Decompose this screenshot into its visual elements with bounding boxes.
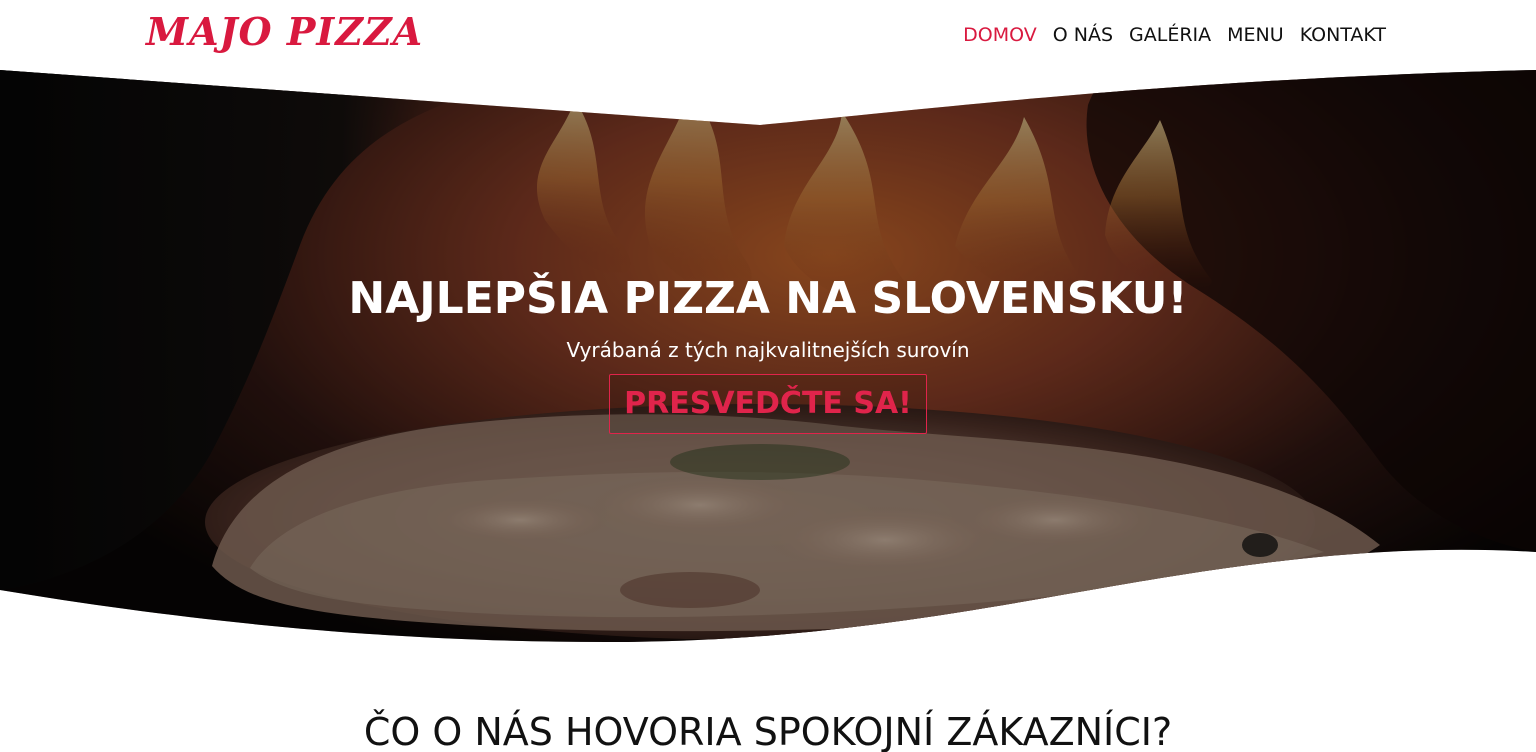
hero-section: NAJLEPŠIA PIZZA NA SLOVENSKU! Vyrábaná z… [0,0,1536,752]
testimonials-heading: ČO O NÁS HOVORIA SPOKOJNÍ ZÁKAZNÍCI? [363,710,1173,752]
main-navigation: DOMOV O NÁS GALÉRIA MENU KONTAKT [963,22,1386,48]
homepage: NAJLEPŠIA PIZZA NA SLOVENSKU! Vyrábaná z… [0,0,1536,752]
nav-galeria[interactable]: GALÉRIA [1129,22,1211,48]
nav-domov[interactable]: DOMOV [963,22,1037,48]
site-header: MAJO PIZZA DOMOV O NÁS GALÉRIA MENU KONT… [0,0,1536,70]
hero-cta-button[interactable]: PRESVEDČTE SA! [609,374,927,434]
nav-kontakt[interactable]: KONTAKT [1300,22,1386,48]
nav-menu[interactable]: MENU [1227,22,1284,48]
site-logo[interactable]: MAJO PIZZA [146,9,423,55]
hero-title: NAJLEPŠIA PIZZA NA SLOVENSKU! [348,273,1188,324]
nav-o-nas[interactable]: O NÁS [1053,22,1113,48]
hero-subtitle: Vyrábaná z tých najkvalitnejších surovín [566,338,970,362]
hero-content: NAJLEPŠIA PIZZA NA SLOVENSKU! Vyrábaná z… [0,270,1536,434]
